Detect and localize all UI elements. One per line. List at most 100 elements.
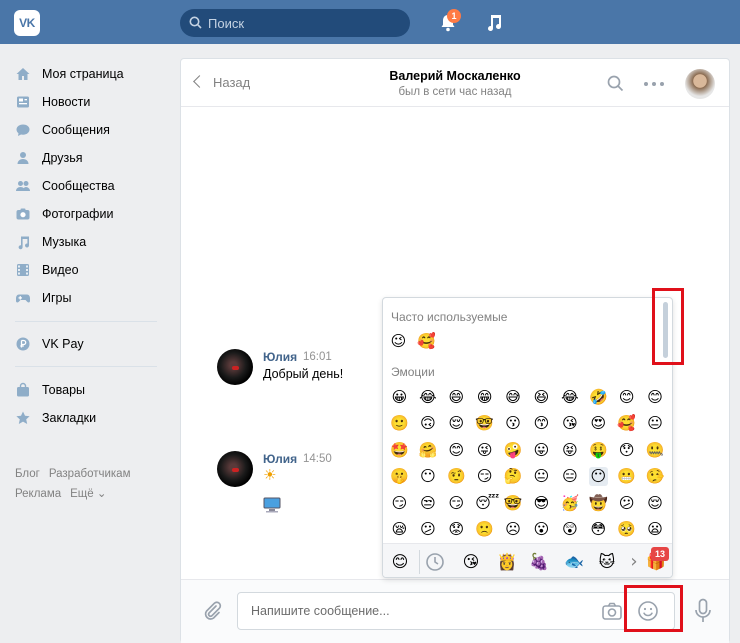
emoji[interactable]: 🤗 bbox=[418, 441, 438, 460]
sidebar-item-photos[interactable]: Фотографии bbox=[15, 204, 165, 224]
paperclip-icon[interactable] bbox=[201, 600, 223, 622]
emoji[interactable]: 😊 bbox=[447, 441, 466, 460]
emoji[interactable]: 😳 bbox=[589, 520, 608, 539]
search-input[interactable] bbox=[208, 9, 398, 37]
sidebar-item-music[interactable]: Музыка bbox=[15, 232, 165, 252]
emoji[interactable]: 😕 bbox=[418, 520, 437, 539]
clock-icon[interactable] bbox=[425, 552, 445, 572]
emoji[interactable]: 🥳 bbox=[560, 494, 580, 513]
sidebar-item-video[interactable]: Видео bbox=[15, 260, 165, 280]
emoji[interactable]: 😜 bbox=[475, 441, 494, 460]
emoji[interactable]: 😯 bbox=[617, 441, 636, 460]
emoji[interactable]: 😗 bbox=[504, 414, 523, 433]
tab-sticker-pack[interactable]: 🍇 bbox=[528, 551, 550, 573]
emoji[interactable]: 😮 bbox=[532, 520, 551, 539]
emoji[interactable]: 😌 bbox=[447, 414, 466, 433]
emoji[interactable]: 😎 bbox=[532, 494, 551, 513]
sidebar-item-vkpay[interactable]: VK Pay bbox=[15, 334, 165, 354]
sidebar-item-news[interactable]: Новости bbox=[15, 92, 165, 112]
peer-avatar[interactable] bbox=[685, 69, 715, 99]
emoji[interactable]: 😀 bbox=[390, 388, 409, 407]
emoji[interactable]: 🤐 bbox=[646, 441, 665, 460]
scrollbar-thumb[interactable] bbox=[663, 302, 668, 358]
footer-link-developers[interactable]: Разработчикам bbox=[49, 468, 131, 480]
emoji[interactable]: 🤥 bbox=[646, 467, 665, 486]
tab-sticker-pack[interactable]: 🐱 bbox=[596, 551, 618, 573]
message-author[interactable]: Юлия bbox=[263, 452, 297, 466]
emoji[interactable]: 🤣 bbox=[589, 388, 608, 407]
emoji[interactable]: 🤨 bbox=[447, 467, 466, 486]
chevron-right-icon[interactable]: › bbox=[623, 551, 645, 573]
footer-link-more[interactable]: Ещё ⌄ bbox=[70, 488, 106, 500]
emoji[interactable]: 😅 bbox=[504, 388, 523, 407]
avatar[interactable] bbox=[217, 451, 253, 487]
emoji[interactable]: 😍 bbox=[589, 414, 608, 433]
emoji[interactable]: 😐 bbox=[532, 467, 551, 486]
message-author[interactable]: Юлия bbox=[263, 350, 297, 364]
emoji[interactable]: 😝 bbox=[560, 441, 579, 460]
tab-smiles[interactable]: 😊 bbox=[389, 551, 411, 573]
emoji[interactable]: 🤫 bbox=[390, 467, 409, 486]
emoji[interactable]: 🤠 bbox=[589, 494, 608, 513]
emoji[interactable]: 😌 bbox=[646, 494, 665, 513]
emoji[interactable]: 😲 bbox=[560, 520, 579, 539]
emoji[interactable]: 🤩 bbox=[390, 441, 409, 460]
footer-link-ads[interactable]: Реклама bbox=[15, 488, 61, 500]
search-box[interactable] bbox=[180, 9, 410, 37]
emoji[interactable]: 🤪 bbox=[504, 441, 523, 460]
more-icon[interactable] bbox=[643, 81, 665, 87]
emoji[interactable]: 😶 bbox=[588, 467, 608, 487]
emoji[interactable]: 😉 bbox=[389, 332, 408, 351]
emoji[interactable]: 🤑 bbox=[589, 441, 608, 460]
sidebar-item-communities[interactable]: Сообщества bbox=[15, 176, 165, 196]
tab-sticker-pack[interactable]: 🐟 bbox=[563, 551, 585, 573]
emoji[interactable]: 🙁 bbox=[475, 520, 494, 539]
emoji[interactable]: 😐 bbox=[646, 414, 665, 433]
sidebar-item-goods[interactable]: Товары bbox=[15, 380, 165, 400]
vk-logo[interactable]: VK bbox=[14, 10, 40, 36]
sidebar-item-messages[interactable]: Сообщения bbox=[15, 120, 165, 140]
emoji[interactable]: 😒 bbox=[418, 494, 437, 513]
emoji[interactable]: 😊 bbox=[646, 388, 665, 407]
emoji[interactable]: 😏 bbox=[447, 494, 466, 513]
footer-link-blog[interactable]: Блог bbox=[15, 468, 40, 480]
emoji[interactable]: 😊 bbox=[617, 388, 636, 407]
emoji[interactable]: 😬 bbox=[617, 467, 636, 486]
tab-sticker-pack[interactable]: 😘 bbox=[460, 551, 482, 573]
emoji[interactable]: 😏 bbox=[475, 467, 494, 486]
emoji[interactable]: 😆 bbox=[532, 388, 551, 407]
emoji[interactable]: 😶 bbox=[418, 467, 437, 486]
emoji[interactable]: 🤔 bbox=[504, 467, 523, 486]
emoji[interactable]: 😑 bbox=[560, 467, 579, 486]
emoji[interactable]: 😄 bbox=[447, 388, 466, 407]
emoji[interactable]: 😙 bbox=[532, 414, 551, 433]
emoji[interactable]: 😁 bbox=[475, 388, 494, 407]
search-icon[interactable] bbox=[607, 75, 624, 92]
smile-icon[interactable] bbox=[637, 600, 659, 622]
emoji[interactable]: 🙂 bbox=[390, 414, 409, 433]
microphone-icon[interactable] bbox=[693, 598, 713, 624]
sidebar-item-friends[interactable]: Друзья bbox=[15, 148, 165, 168]
emoji[interactable]: 😛 bbox=[532, 441, 551, 460]
sidebar-item-my-page[interactable]: Моя страница bbox=[15, 64, 165, 84]
emoji[interactable]: 😴 bbox=[475, 494, 499, 513]
avatar[interactable] bbox=[217, 349, 253, 385]
emoji[interactable]: 🥺 bbox=[617, 520, 636, 539]
emoji[interactable]: 🤓 bbox=[504, 494, 523, 513]
music-icon[interactable] bbox=[484, 12, 504, 32]
emoji[interactable]: 😏 bbox=[390, 494, 409, 513]
emoji[interactable]: 🥰 bbox=[617, 414, 636, 433]
emoji[interactable]: 🥰 bbox=[417, 332, 436, 351]
emoji[interactable]: 😂 bbox=[560, 388, 579, 407]
emoji[interactable]: 😪 bbox=[390, 520, 409, 539]
tab-sticker-pack[interactable]: 👸 bbox=[496, 551, 518, 573]
emoji[interactable]: 😂 bbox=[418, 388, 437, 407]
emoji[interactable]: 😘 bbox=[560, 414, 579, 433]
emoji[interactable]: ☹ bbox=[504, 520, 523, 539]
emoji[interactable]: 😟 bbox=[447, 520, 466, 539]
emoji[interactable]: 🤓 bbox=[475, 414, 494, 433]
sidebar-item-bookmarks[interactable]: Закладки bbox=[15, 408, 165, 428]
camera-icon[interactable] bbox=[602, 602, 622, 620]
emoji[interactable]: 😦 bbox=[646, 520, 665, 539]
emoji[interactable]: 🙃 bbox=[418, 414, 437, 433]
